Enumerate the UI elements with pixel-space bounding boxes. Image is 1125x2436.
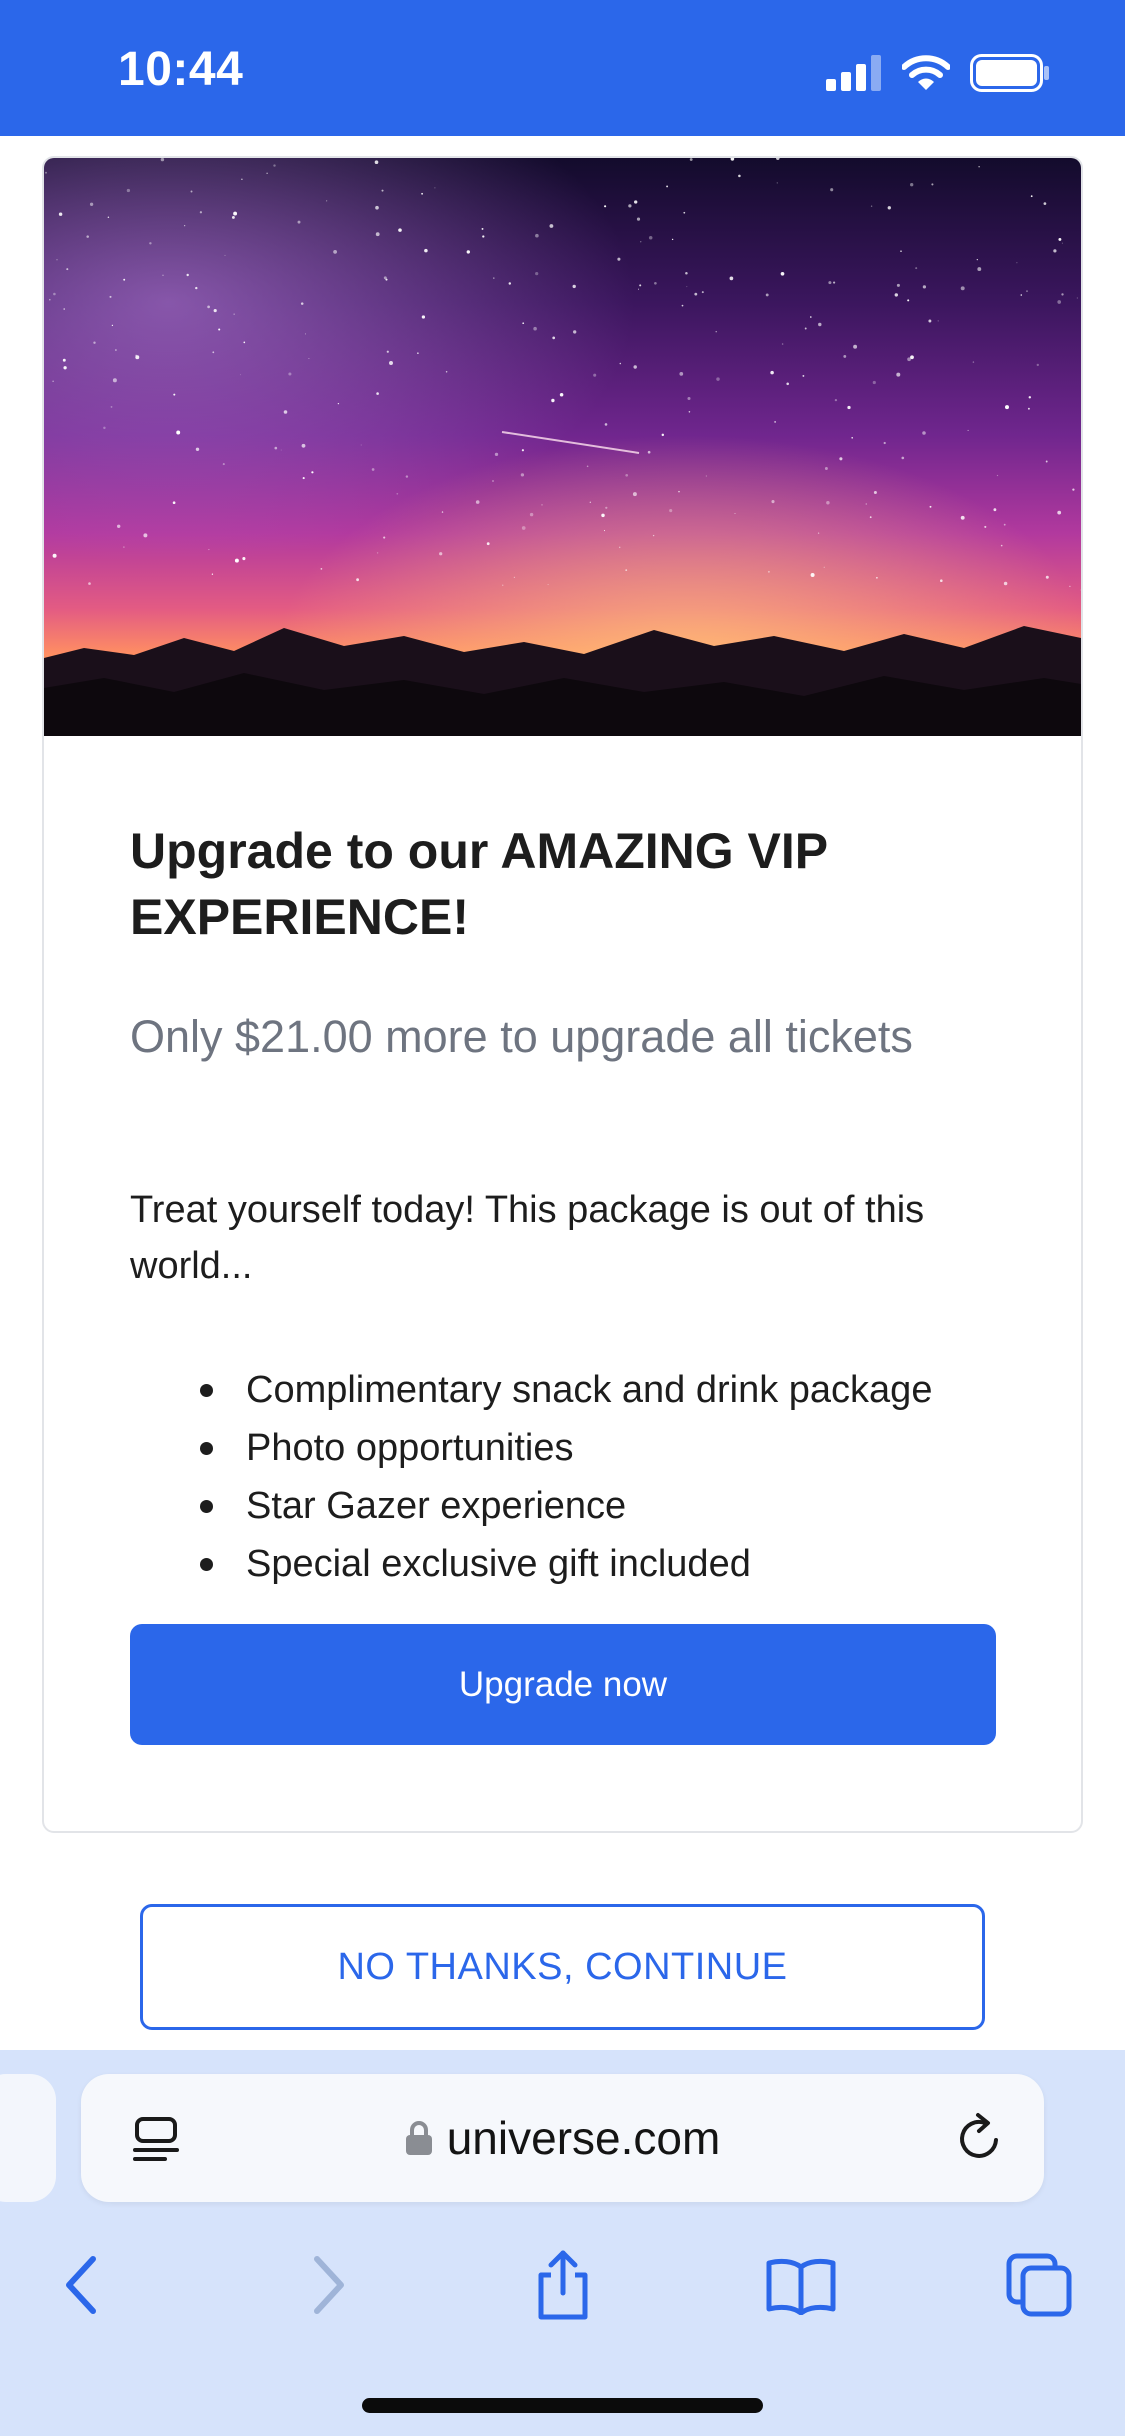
status-time: 10:44 [118,43,244,96]
feature-item: Special exclusive gift included [130,1535,1030,1593]
address-bar[interactable]: universe.com [81,2074,1044,2202]
battery-icon [970,54,1049,92]
offer-title: Upgrade to our AMAZING VIP EXPERIENCE! [130,823,828,945]
home-indicator [362,2398,763,2413]
feature-text: Special exclusive gift included [246,1543,751,1585]
previous-tab-preview[interactable] [0,2074,56,2202]
feature-item: Star Gazer experience [130,1477,1030,1535]
upgrade-now-button[interactable]: Upgrade now [130,1624,996,1745]
tabs-button[interactable] [994,2240,1084,2330]
feature-text: Star Gazer experience [246,1485,627,1527]
bullet-icon [200,1384,213,1397]
feature-list: Complimentary snack and drink package Ph… [130,1361,1030,1593]
forward-button[interactable] [282,2240,372,2330]
browser-toolbar: universe.com [0,2050,1125,2436]
page-content[interactable]: Upgrade to our AMAZING VIP EXPERIENCE! O… [0,136,1125,2050]
status-bar: 10:44 [0,0,1125,136]
browser-nav-toolbar [0,2240,1125,2340]
bookmarks-button[interactable] [756,2240,846,2330]
offer-description: Treat yourself today! This package is ou… [130,1189,925,1287]
wifi-icon [902,55,950,90]
cellular-signal-icon [826,55,881,91]
back-icon [66,2256,96,2314]
lock-icon [405,2121,432,2155]
feature-text: Complimentary snack and drink package [246,1369,933,1411]
bullet-icon [200,1500,213,1513]
feature-item: Photo opportunities [130,1419,1030,1477]
share-icon [538,2250,588,2320]
no-thanks-continue-button[interactable]: NO THANKS, CONTINUE [140,1904,985,2030]
bullet-icon [200,1442,213,1455]
status-icons [826,52,1050,94]
bullet-icon [200,1558,213,1571]
night-sky-milky-way-image [44,158,1081,736]
feature-text: Photo opportunities [246,1427,574,1469]
bookmarks-icon [766,2258,836,2315]
back-button[interactable] [38,2240,128,2330]
url-text: universe.com [446,2112,721,2164]
tabs-icon [1006,2253,1072,2317]
reload-icon[interactable] [952,2110,1008,2166]
share-button[interactable] [518,2240,608,2330]
url-display[interactable]: universe.com [81,2074,1044,2202]
feature-item: Complimentary snack and drink package [130,1361,1030,1419]
vip-offer-card: Upgrade to our AMAZING VIP EXPERIENCE! O… [42,156,1083,1833]
offer-price-subtitle: Only $21.00 more to upgrade all tickets [130,1011,913,1062]
forward-icon [314,2256,344,2314]
